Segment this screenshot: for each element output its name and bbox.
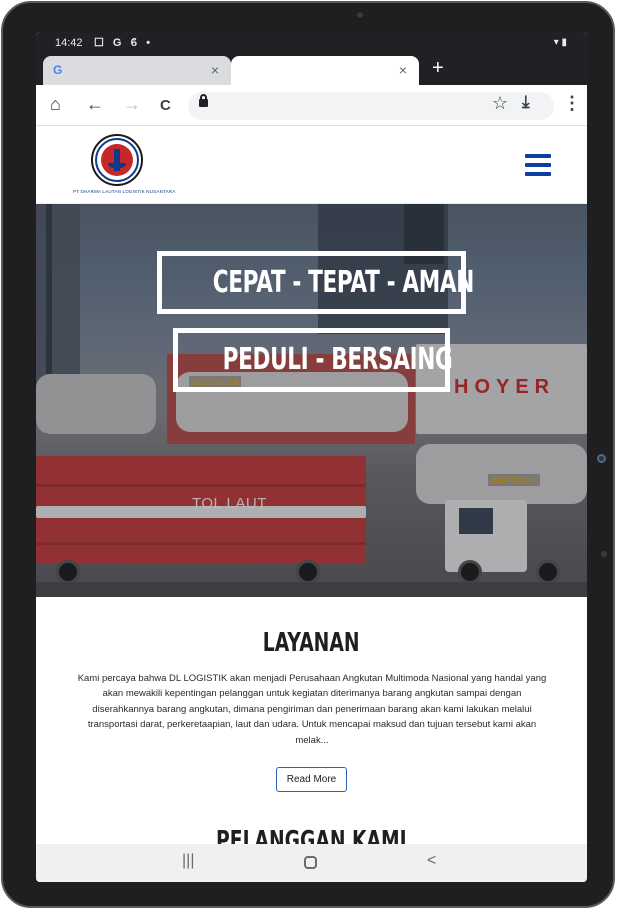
layanan-heading: LAYANAN — [263, 628, 360, 658]
bookmark-star-icon[interactable]: ☆ — [492, 93, 508, 114]
back-button[interactable]: < — [427, 852, 436, 870]
hero-tagline-1: CEPAT - TEPAT - AMAN — [157, 251, 474, 314]
google-favicon-icon: G — [53, 63, 63, 77]
web-page: PT DHARMA LAUTAN LOGISTIK NUSANTARA BERT… — [36, 126, 587, 844]
site-header: PT DHARMA LAUTAN LOGISTIK NUSANTARA — [36, 126, 587, 204]
browser-menu-icon[interactable]: ⋮ — [563, 93, 581, 114]
lock-icon — [199, 94, 208, 107]
close-tab-icon[interactable]: × — [211, 62, 219, 78]
hamburger-menu-icon[interactable] — [525, 154, 551, 176]
back-icon[interactable]: ← — [86, 94, 104, 114]
front-camera — [357, 12, 363, 18]
hero-banner: BERTSCHI HOYER TOL LAUT BERTSCHI CEPAT -… — [36, 204, 587, 597]
status-bar: 14:42 ☐ G ϐ • ▾ ▮ — [36, 32, 587, 54]
side-dot — [601, 551, 607, 557]
logo-emblem — [101, 144, 133, 176]
home-icon[interactable]: ⌂ — [50, 94, 61, 114]
forward-icon[interactable]: → — [123, 94, 141, 114]
browser-toolbar: ⌂ ← → C ☆ ⤓ ⋮ — [36, 85, 587, 126]
recents-button[interactable]: ||| — [182, 852, 194, 870]
close-tab-icon[interactable]: × — [399, 62, 407, 78]
reload-icon[interactable]: C — [160, 96, 171, 116]
logo-caption: PT DHARMA LAUTAN LOGISTIK NUSANTARA — [73, 189, 176, 194]
wifi-battery-icon: ▾ ▮ — [553, 37, 567, 48]
download-icon[interactable]: ⤓ — [522, 92, 530, 112]
side-sensor — [597, 454, 606, 463]
layanan-description: Kami percaya bahwa DL LOGISTIK akan menj… — [77, 673, 547, 746]
new-tab-button[interactable]: + — [432, 57, 444, 80]
read-more-button[interactable]: Read More — [276, 767, 347, 792]
screen: 14:42 ☐ G ϐ • ▾ ▮ G × × + ⌂ ← → C ☆ ⤓ ⋮ … — [36, 32, 587, 882]
home-button[interactable] — [304, 856, 317, 869]
tab-strip: G × × + — [36, 54, 587, 85]
company-logo[interactable] — [91, 134, 143, 186]
tab-google[interactable]: G × — [43, 56, 231, 85]
android-nav-bar: ||| < — [36, 844, 587, 882]
notification-icons: ☐ G ϐ • — [94, 37, 154, 49]
anchor-icon — [108, 149, 126, 171]
pelanggan-heading: PELANGGAN KAMI — [216, 826, 407, 844]
status-time: 14:42 — [55, 37, 83, 49]
tab-active[interactable]: × — [231, 56, 419, 85]
hero-tagline-2: PEDULI - BERSAING — [173, 328, 453, 392]
tablet-frame: 14:42 ☐ G ϐ • ▾ ▮ G × × + ⌂ ← → C ☆ ⤓ ⋮ … — [1, 1, 615, 908]
